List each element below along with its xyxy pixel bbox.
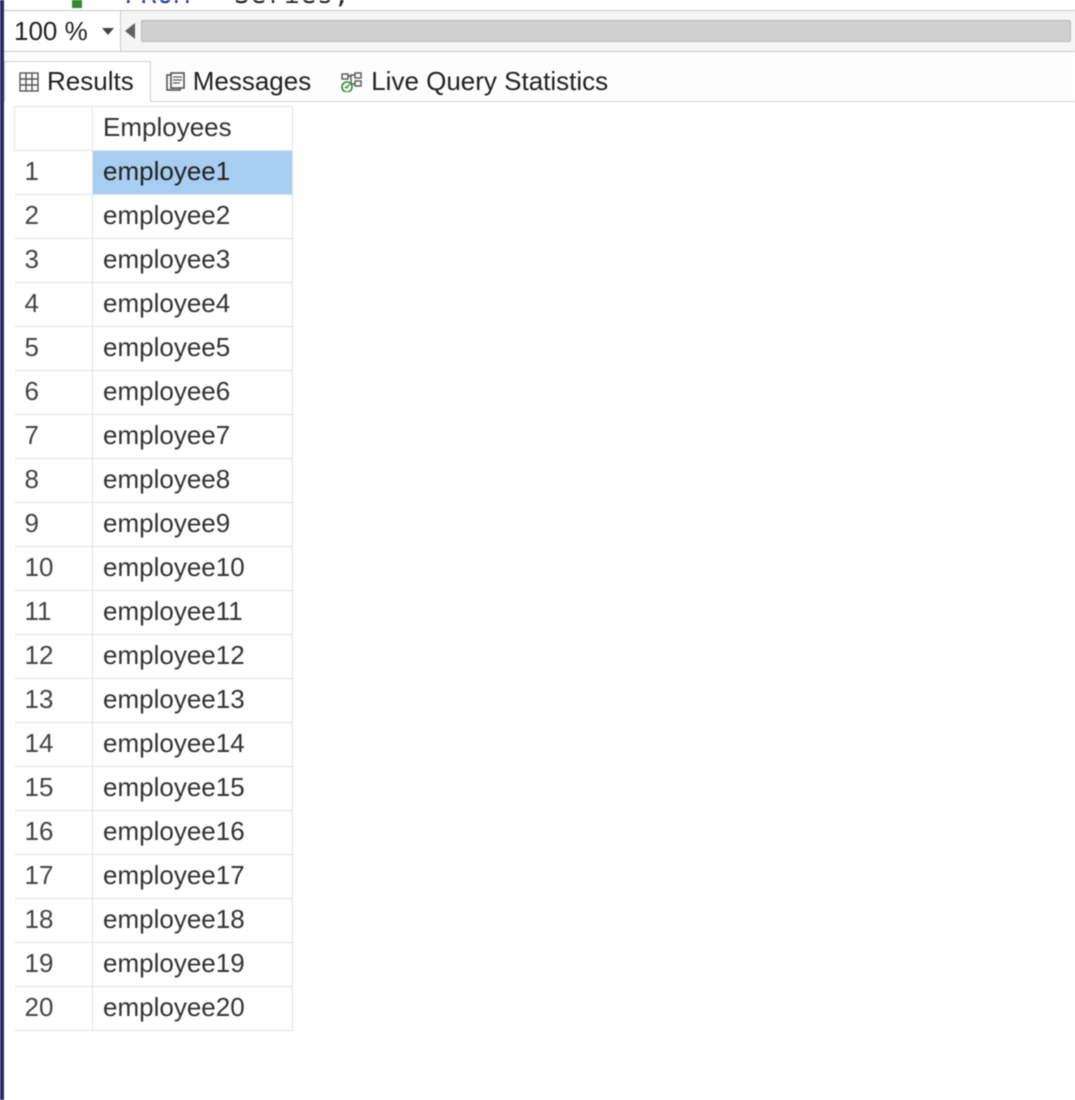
row-number[interactable]: 17 bbox=[15, 855, 93, 899]
cell-employees[interactable]: employee16 bbox=[93, 811, 293, 855]
messages-icon bbox=[165, 72, 185, 92]
cell-employees[interactable]: employee19 bbox=[93, 943, 293, 987]
table-row[interactable]: 20employee20 bbox=[15, 987, 293, 1031]
table-row[interactable]: 18employee18 bbox=[15, 899, 293, 943]
zoom-scroll-bar: 100 % bbox=[4, 10, 1075, 52]
horizontal-scrollbar[interactable] bbox=[121, 11, 1075, 51]
row-number[interactable]: 18 bbox=[15, 899, 93, 943]
cell-employees[interactable]: employee3 bbox=[93, 239, 293, 283]
cell-employees[interactable]: employee14 bbox=[93, 723, 293, 767]
row-number[interactable]: 6 bbox=[15, 371, 93, 415]
tab-messages[interactable]: Messages bbox=[151, 62, 328, 101]
sql-keyword: FROM bbox=[124, 0, 191, 10]
editor-code-fragment: FROM Series; bbox=[4, 0, 1075, 10]
cell-employees[interactable]: employee13 bbox=[93, 679, 293, 723]
grid-icon bbox=[19, 72, 39, 92]
tab-results-label: Results bbox=[47, 66, 134, 97]
cell-employees[interactable]: employee12 bbox=[93, 635, 293, 679]
tab-live-stats[interactable]: Live Query Statistics bbox=[327, 62, 624, 101]
cell-employees[interactable]: employee15 bbox=[93, 767, 293, 811]
row-number[interactable]: 13 bbox=[15, 679, 93, 723]
table-row[interactable]: 6employee6 bbox=[15, 371, 293, 415]
cell-employees[interactable]: employee1 bbox=[93, 151, 293, 195]
cell-employees[interactable]: employee4 bbox=[93, 283, 293, 327]
table-row[interactable]: 9employee9 bbox=[15, 503, 293, 547]
row-number[interactable]: 4 bbox=[15, 283, 93, 327]
tab-messages-label: Messages bbox=[193, 66, 312, 97]
row-number[interactable]: 14 bbox=[15, 723, 93, 767]
row-number[interactable]: 2 bbox=[15, 195, 93, 239]
row-number[interactable]: 7 bbox=[15, 415, 93, 459]
row-number[interactable]: 9 bbox=[15, 503, 93, 547]
column-header-employees[interactable]: Employees bbox=[93, 107, 293, 151]
results-panel: Employees 1employee12employee23employee3… bbox=[4, 102, 1075, 1031]
cell-employees[interactable]: employee9 bbox=[93, 503, 293, 547]
row-number[interactable]: 12 bbox=[15, 635, 93, 679]
gutter-change-marker bbox=[72, 0, 82, 8]
table-row[interactable]: 17employee17 bbox=[15, 855, 293, 899]
table-row[interactable]: 8employee8 bbox=[15, 459, 293, 503]
results-grid[interactable]: Employees 1employee12employee23employee3… bbox=[14, 106, 293, 1031]
table-row[interactable]: 14employee14 bbox=[15, 723, 293, 767]
row-number[interactable]: 10 bbox=[15, 547, 93, 591]
table-row[interactable]: 5employee5 bbox=[15, 327, 293, 371]
row-number[interactable]: 20 bbox=[15, 987, 93, 1031]
table-row[interactable]: 10employee10 bbox=[15, 547, 293, 591]
row-number[interactable]: 3 bbox=[15, 239, 93, 283]
table-row[interactable]: 12employee12 bbox=[15, 635, 293, 679]
zoom-value: 100 % bbox=[14, 16, 88, 47]
cell-employees[interactable]: employee2 bbox=[93, 195, 293, 239]
cell-employees[interactable]: employee7 bbox=[93, 415, 293, 459]
table-row[interactable]: 11employee11 bbox=[15, 591, 293, 635]
zoom-combo[interactable]: 100 % bbox=[4, 11, 121, 51]
table-row[interactable]: 16employee16 bbox=[15, 811, 293, 855]
table-row[interactable]: 19employee19 bbox=[15, 943, 293, 987]
scrollbar-track[interactable] bbox=[141, 20, 1071, 42]
row-number[interactable]: 16 bbox=[15, 811, 93, 855]
table-row[interactable]: 1employee1 bbox=[15, 151, 293, 195]
cell-employees[interactable]: employee11 bbox=[93, 591, 293, 635]
table-row[interactable]: 2employee2 bbox=[15, 195, 293, 239]
row-number[interactable]: 5 bbox=[15, 327, 93, 371]
sql-identifier: Series; bbox=[234, 0, 351, 10]
cell-employees[interactable]: employee18 bbox=[93, 899, 293, 943]
chevron-down-icon bbox=[102, 28, 114, 35]
cell-employees[interactable]: employee10 bbox=[93, 547, 293, 591]
row-number[interactable]: 11 bbox=[15, 591, 93, 635]
cell-employees[interactable]: employee8 bbox=[93, 459, 293, 503]
cell-employees[interactable]: employee6 bbox=[93, 371, 293, 415]
cell-employees[interactable]: employee20 bbox=[93, 987, 293, 1031]
results-tab-strip: Results Messages Live Query Stati bbox=[4, 52, 1075, 102]
tab-results[interactable]: Results bbox=[4, 61, 151, 102]
table-row[interactable]: 15employee15 bbox=[15, 767, 293, 811]
scroll-left-icon bbox=[125, 23, 135, 39]
table-row[interactable]: 4employee4 bbox=[15, 283, 293, 327]
cell-employees[interactable]: employee17 bbox=[93, 855, 293, 899]
row-number[interactable]: 1 bbox=[15, 151, 93, 195]
table-row[interactable]: 13employee13 bbox=[15, 679, 293, 723]
cell-employees[interactable]: employee5 bbox=[93, 327, 293, 371]
table-row[interactable]: 7employee7 bbox=[15, 415, 293, 459]
table-row[interactable]: 3employee3 bbox=[15, 239, 293, 283]
live-stats-icon bbox=[341, 72, 363, 92]
tab-live-stats-label: Live Query Statistics bbox=[371, 66, 608, 97]
row-number[interactable]: 19 bbox=[15, 943, 93, 987]
grid-corner[interactable] bbox=[15, 107, 93, 151]
row-number[interactable]: 8 bbox=[15, 459, 93, 503]
row-number[interactable]: 15 bbox=[15, 767, 93, 811]
